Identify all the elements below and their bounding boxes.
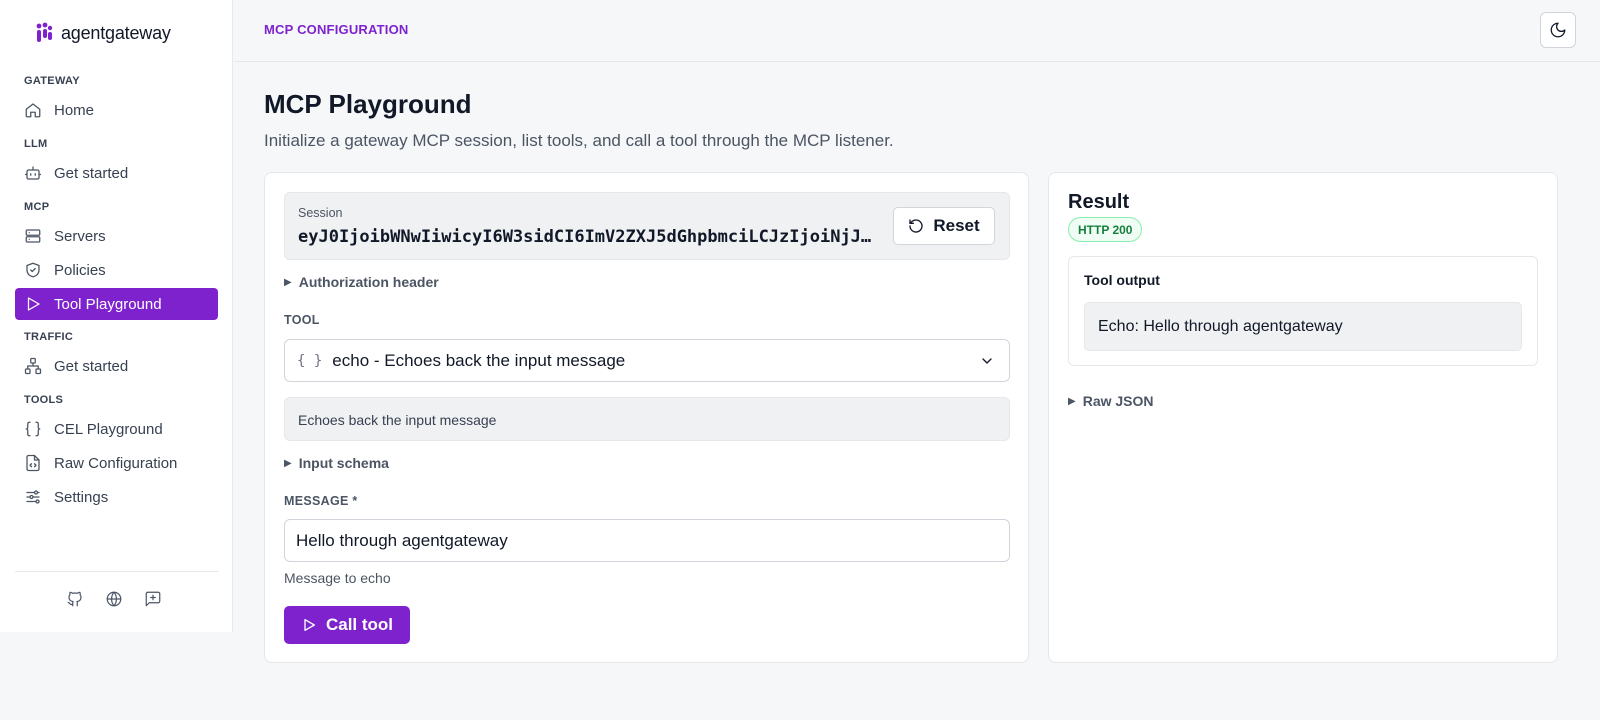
raw-json-toggle[interactable]: ▶ Raw JSON <box>1068 393 1154 409</box>
section-label-tools: TOOLS <box>24 394 64 406</box>
message-input[interactable] <box>284 519 1010 562</box>
tool-output-card: Tool output Echo: Hello through agentgat… <box>1068 256 1538 366</box>
tool-call-panel: Session eyJ0IjoibWNwIiwicyI6W3sidCI6ImV2… <box>264 172 1029 663</box>
sidebar-item-label: Get started <box>54 164 129 182</box>
sidebar-item-label: Policies <box>54 261 106 279</box>
page-title: MCP Playground <box>264 89 472 119</box>
message-field-label: MESSAGE * <box>284 494 358 508</box>
sidebar-item-label: CEL Playground <box>54 420 163 438</box>
sidebar-item-llm-get-started[interactable]: Get started <box>15 157 218 189</box>
sidebar-item-servers[interactable]: Servers <box>15 220 218 252</box>
call-tool-button[interactable]: Call tool <box>284 606 410 644</box>
logo-icon <box>36 22 53 42</box>
tool-select[interactable]: { } echo - Echoes back the input message <box>284 339 1010 382</box>
globe-icon[interactable] <box>105 590 123 608</box>
tool-select-value: echo - Echoes back the input message <box>332 350 626 370</box>
sidebar-item-traffic-get-started[interactable]: Get started <box>15 350 218 382</box>
section-label-mcp: MCP <box>24 201 50 213</box>
chevron-down-icon <box>979 353 995 369</box>
input-schema-label: Input schema <box>298 455 389 471</box>
expand-triangle-icon: ▶ <box>284 457 292 469</box>
moon-icon <box>1550 22 1566 38</box>
braces-icon <box>24 420 42 438</box>
sliders-icon <box>24 488 42 506</box>
github-icon[interactable] <box>66 590 84 608</box>
tool-field-label: TOOL <box>284 313 320 327</box>
play-icon <box>304 619 315 631</box>
shield-icon <box>24 261 42 279</box>
breadcrumb[interactable]: MCP CONFIGURATION <box>264 22 408 37</box>
sidebar-item-label: Get started <box>54 357 129 375</box>
braces-icon: { } <box>297 352 323 369</box>
sidebar-item-settings[interactable]: Settings <box>15 481 218 513</box>
sidebar: agentgateway GATEWAY Home LLM Get starte… <box>0 0 233 632</box>
tool-output-label: Tool output <box>1084 272 1160 288</box>
reset-button[interactable]: Reset <box>893 207 995 245</box>
status-badge: HTTP 200 <box>1068 217 1143 242</box>
sidebar-item-label: Servers <box>54 227 106 245</box>
feedback-icon[interactable] <box>144 590 162 608</box>
authorization-header-label: Authorization header <box>298 274 439 290</box>
page-subtitle: Initialize a gateway MCP session, list t… <box>264 131 894 150</box>
app-name: agentgateway <box>61 22 171 43</box>
network-icon <box>24 357 42 375</box>
sidebar-item-label: Raw Configuration <box>54 454 178 472</box>
file-code-icon <box>24 454 42 472</box>
home-icon <box>24 101 42 119</box>
play-icon <box>24 295 42 313</box>
call-tool-label: Call tool <box>325 615 394 634</box>
section-label-llm: LLM <box>24 138 48 150</box>
sidebar-item-label: Home <box>54 101 95 119</box>
top-bar: MCP CONFIGURATION <box>234 0 1600 62</box>
theme-toggle-button[interactable] <box>1540 12 1576 48</box>
section-label-traffic: TRAFFIC <box>24 331 74 343</box>
server-icon <box>24 227 42 245</box>
result-title: Result <box>1068 191 1130 213</box>
authorization-header-toggle[interactable]: ▶ Authorization header <box>284 274 439 290</box>
expand-triangle-icon: ▶ <box>1068 395 1076 407</box>
sidebar-item-home[interactable]: Home <box>15 94 218 126</box>
tool-description: Echoes back the input message <box>284 397 1010 441</box>
raw-json-label: Raw JSON <box>1082 393 1154 409</box>
expand-triangle-icon: ▶ <box>284 276 292 288</box>
sidebar-item-cel-playground[interactable]: CEL Playground <box>15 413 218 445</box>
reset-label: Reset <box>933 216 980 235</box>
result-panel: Result HTTP 200 Tool output Echo: Hello … <box>1048 172 1558 663</box>
tool-output-value: Echo: Hello through agentgateway <box>1084 302 1522 351</box>
input-schema-toggle[interactable]: ▶ Input schema <box>284 455 389 471</box>
app-logo[interactable]: agentgateway <box>35 22 171 44</box>
sidebar-item-label: Tool Playground <box>54 295 162 313</box>
session-token: eyJ0IjoibWNwIiwicyI6W3sidCI6ImV2ZXJ5dGhp… <box>298 227 872 247</box>
reset-icon <box>909 219 923 233</box>
sidebar-item-policies[interactable]: Policies <box>15 254 218 286</box>
session-box: Session eyJ0IjoibWNwIiwicyI6W3sidCI6ImV2… <box>284 192 1010 260</box>
bot-icon <box>24 164 42 182</box>
sidebar-item-raw-configuration[interactable]: Raw Configuration <box>15 447 218 479</box>
sidebar-item-tool-playground[interactable]: Tool Playground <box>15 288 218 320</box>
message-hint: Message to echo <box>284 570 391 586</box>
section-label-gateway: GATEWAY <box>24 75 80 87</box>
sidebar-item-label: Settings <box>54 488 109 506</box>
session-label: Session <box>298 206 343 220</box>
sidebar-divider <box>15 571 218 572</box>
sidebar-footer <box>66 590 162 608</box>
